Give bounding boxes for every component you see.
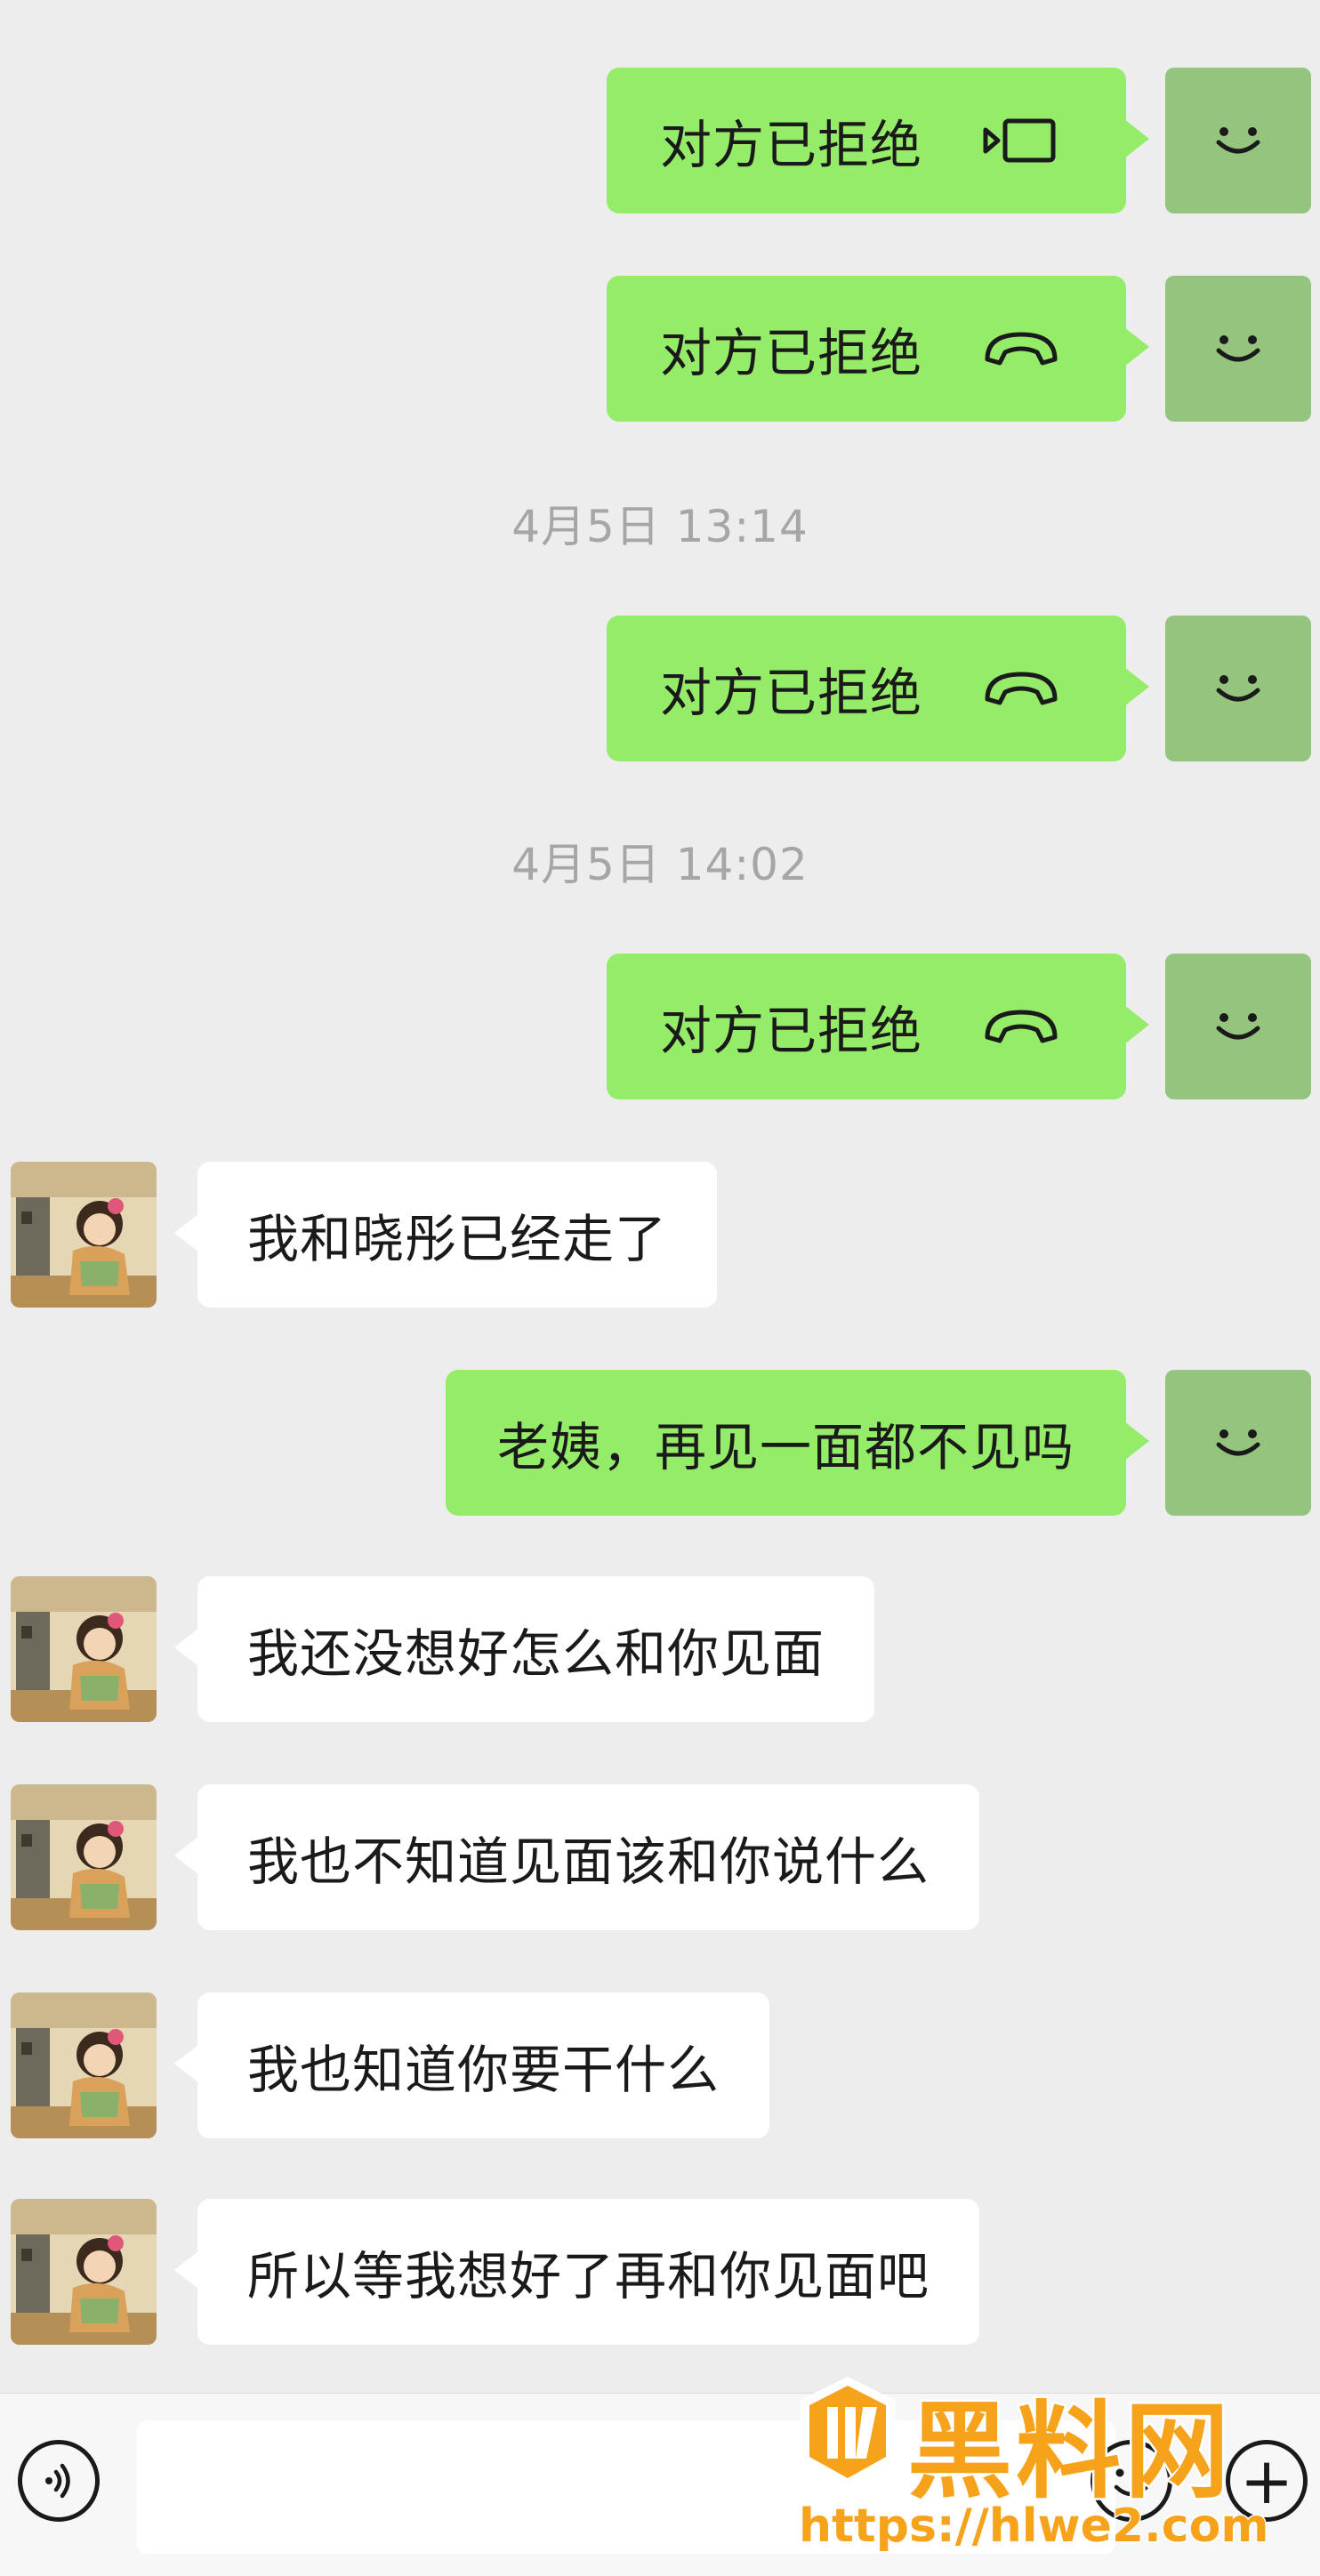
smile-icon [1216,675,1260,702]
video-call-icon [983,118,1056,163]
voice-button[interactable] [18,2440,100,2522]
text-bubble[interactable]: 我也不知道见面该和你说什么 [173,1784,980,1930]
avatar-illustration [11,1162,157,1308]
smile-icon [1216,335,1260,362]
message-text: 所以等我想好了再和你见面吧 [247,2246,930,2306]
message-row-me: 对方已拒绝 [0,954,1320,1099]
message-input[interactable] [137,2420,1115,2554]
chat-area[interactable]: 对方已拒绝 对方已拒绝 4月5日 13:14 对方已拒绝 4月5日 14:02 … [0,0,1320,2393]
contact-avatar[interactable] [11,1992,157,2138]
contact-avatar[interactable] [11,1576,157,1722]
phone-hangup-icon [985,332,1058,366]
message-row-other: 我还没想好怎么和你见面 [0,1576,1320,1722]
message-text: 老姨，再见一面都不见吗 [496,1417,1075,1477]
call-status-text: 对方已拒绝 [660,115,923,175]
my-avatar[interactable] [1165,1370,1311,1516]
smile-icon [1216,1013,1260,1040]
my-avatar[interactable] [1165,68,1311,213]
message-text: 我还没想好怎么和你见面 [247,1623,825,1684]
message-row-me: 对方已拒绝 [0,616,1320,761]
avatar-illustration [11,1784,157,1930]
my-avatar[interactable] [1165,616,1311,761]
message-text: 我也不知道见面该和你说什么 [247,1831,930,1892]
smile-icon [1216,1429,1260,1456]
phone-hangup-icon [985,672,1058,705]
phone-hangup-icon [985,1010,1058,1043]
call-bubble[interactable]: 对方已拒绝 [607,276,1149,422]
contact-avatar[interactable] [11,2199,157,2345]
call-bubble[interactable]: 对方已拒绝 [607,616,1149,761]
text-bubble[interactable]: 我还没想好怎么和你见面 [173,1576,875,1722]
message-row-me: 对方已拒绝 [0,276,1320,422]
call-status-text: 对方已拒绝 [660,663,923,723]
smile-icon [1216,127,1260,154]
message-text: 我也知道你要干什么 [247,2040,720,2100]
avatar-illustration [11,1576,157,1722]
text-bubble[interactable]: 我和晓彤已经走了 [173,1162,718,1308]
message-row-other: 我和晓彤已经走了 [0,1162,1320,1308]
emoji-icon [1114,2468,1149,2497]
my-avatar[interactable] [1165,954,1311,1099]
message-text: 我和晓彤已经走了 [247,1209,668,1269]
call-bubble[interactable]: 对方已拒绝 [607,68,1149,213]
text-bubble[interactable]: 我也知道你要干什么 [173,1992,770,2138]
message-row-me: 老姨，再见一面都不见吗 [0,1370,1320,1516]
voice-icon [45,2463,70,2499]
call-status-text: 对方已拒绝 [660,323,923,383]
emoji-button[interactable] [1091,2440,1172,2522]
my-avatar[interactable] [1165,276,1311,422]
message-row-other: 我也知道你要干什么 [0,1992,1320,2138]
message-row-other: 我也不知道见面该和你说什么 [0,1784,1320,1930]
message-row-me: 对方已拒绝 [0,68,1320,213]
call-bubble[interactable]: 对方已拒绝 [607,954,1149,1099]
text-bubble[interactable]: 所以等我想好了再和你见面吧 [173,2199,980,2345]
timestamp: 4月5日 14:02 [511,839,809,890]
plus-button[interactable]: + [1226,2440,1308,2522]
avatar-illustration [11,2199,157,2345]
timestamp: 4月5日 13:14 [511,501,809,552]
plus-icon: + [1239,2443,1294,2518]
call-status-text: 对方已拒绝 [660,1001,923,1061]
avatar-illustration [11,1992,157,2138]
contact-avatar[interactable] [11,1162,157,1308]
message-row-other: 所以等我想好了再和你见面吧 [0,2199,1320,2345]
text-bubble[interactable]: 老姨，再见一面都不见吗 [445,1370,1150,1516]
contact-avatar[interactable] [11,1784,157,1930]
input-bar: + [0,2393,1320,2576]
